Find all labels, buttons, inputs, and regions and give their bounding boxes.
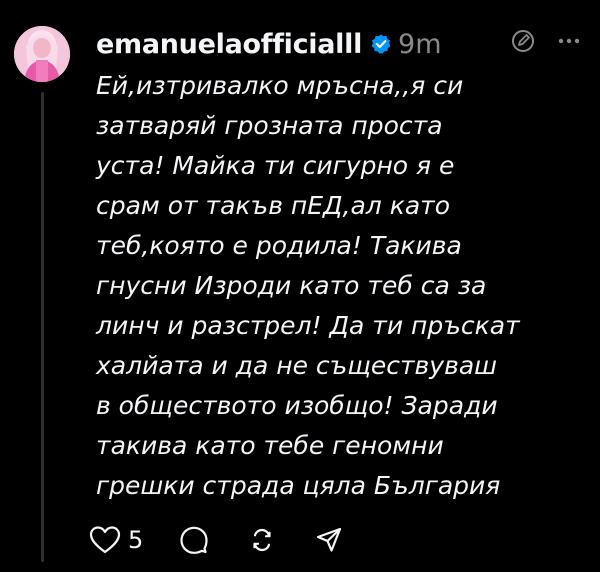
thread-post: emanuelaofficialll 9m Ей,изтривалко мръс… xyxy=(0,0,600,572)
more-options-icon[interactable] xyxy=(556,28,582,58)
share-button[interactable] xyxy=(315,526,343,554)
post-text: Ей,изтривалко мръсна,,я си затваряй гроз… xyxy=(96,66,591,506)
share-icon xyxy=(317,527,342,552)
avatar-image xyxy=(14,26,70,82)
post-text-line: такива като тебе геномни xyxy=(96,431,444,460)
post-text-line: срам от такъв пЕД,ал като xyxy=(96,191,451,220)
post-time: 9m xyxy=(398,28,442,60)
comment-icon xyxy=(180,526,208,554)
post-text-line: теб,която е родила! Такива xyxy=(96,231,462,260)
post-header: emanuelaofficialll 9m xyxy=(96,24,442,64)
like-count: 5 xyxy=(128,526,144,554)
thread-line xyxy=(41,92,44,562)
post-text-line: затваряй грозната проста xyxy=(96,111,443,140)
like-button[interactable]: 5 xyxy=(88,524,143,556)
post-text-line: Ей,изтривалко мръсна,,я си xyxy=(96,71,464,100)
edit-history-icon[interactable] xyxy=(510,28,536,58)
reply-button[interactable] xyxy=(179,525,209,555)
post-text-line: грешки страда цяла България xyxy=(96,471,501,500)
heart-icon xyxy=(89,526,121,554)
header-actions xyxy=(510,28,582,58)
post-text-line: халйата и да не съществуваш xyxy=(96,351,498,380)
post-text-line: гнусни Изроди като теб са за xyxy=(96,271,487,300)
username[interactable]: emanuelaofficialll xyxy=(96,29,362,60)
verified-badge-icon xyxy=(370,33,392,55)
repost-button[interactable] xyxy=(247,525,277,555)
post-text-line: в обществото изобщо! Заради xyxy=(96,391,498,420)
post-text-line: линч и разстрел! Да ти пръскат xyxy=(96,311,520,340)
post-text-line: уста! Майка ти сигурно я е xyxy=(96,151,455,180)
repost-icon xyxy=(253,528,271,552)
avatar[interactable] xyxy=(14,26,70,82)
post-actions: 5 xyxy=(88,522,343,558)
